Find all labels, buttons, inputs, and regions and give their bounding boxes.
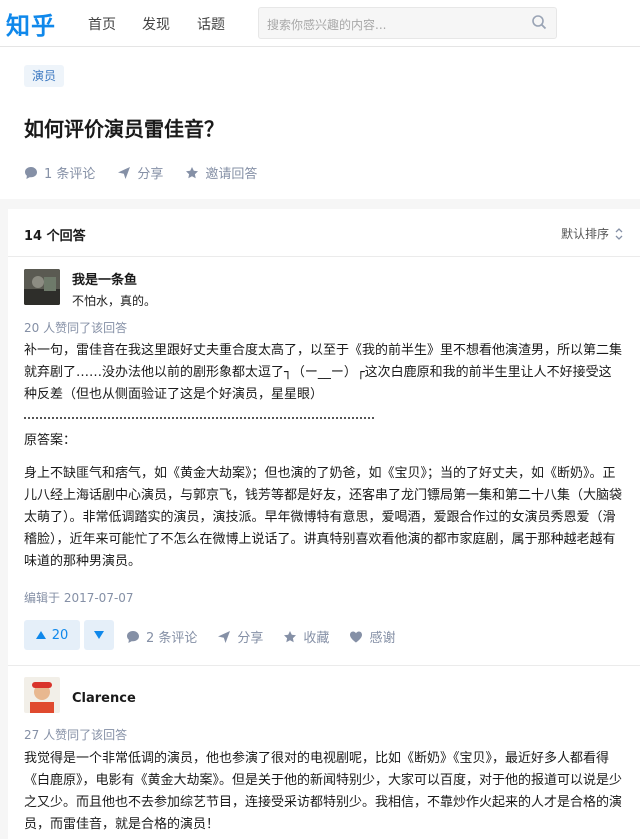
star-icon <box>186 166 199 178</box>
thanks-button[interactable]: 感谢 <box>349 627 395 646</box>
zhihu-logo[interactable]: 知乎 <box>6 6 56 41</box>
divider-dotted <box>24 417 374 419</box>
top-bar: 知乎 首页 发现 话题 搜索你感兴趣的内容... <box>0 0 640 47</box>
search-placeholder: 搜索你感兴趣的内容... <box>267 18 387 32</box>
answer-paragraph: 身上不缺匪气和痞气，如《黄金大劫案》；但也演的了奶爸，如《宝贝》；当的了好丈夫，… <box>24 466 623 569</box>
nav-topics[interactable]: 话题 <box>197 14 225 34</box>
answer-share-button[interactable]: 分享 <box>217 627 263 646</box>
answer-count: 14 个回答 <box>24 229 86 244</box>
sort-dropdown[interactable]: 默认排序 <box>561 225 624 242</box>
divider <box>8 665 640 666</box>
arrow-up-icon <box>35 631 46 639</box>
answer-comments-button[interactable]: 2 条评论 <box>126 627 197 646</box>
sort-label: 默认排序 <box>560 227 609 241</box>
arrow-down-icon <box>94 631 104 639</box>
heart-icon <box>350 631 363 642</box>
answer-share-label: 分享 <box>237 631 264 646</box>
collect-label: 收藏 <box>303 631 330 646</box>
share-icon <box>118 166 131 179</box>
author-bio: 不怕水，真的。 <box>72 294 157 308</box>
question-share-label: 分享 <box>137 167 164 182</box>
share-icon <box>218 630 231 643</box>
invite-answer-label: 邀请回答 <box>205 167 258 182</box>
topic-tag[interactable]: 演员 <box>24 65 65 87</box>
nav-discover[interactable]: 发现 <box>142 14 170 34</box>
author-name[interactable]: 我是一条鱼 <box>72 269 137 288</box>
answer-comments-label: 2 条评论 <box>146 631 198 646</box>
divider <box>8 256 640 257</box>
search-icon[interactable] <box>531 14 547 34</box>
question-header: 演员 如何评价演员雷佳音？ 1 条评论 分享 邀请回答 <box>0 47 640 199</box>
question-comments-label: 1 条评论 <box>44 167 96 182</box>
question-actions: 1 条评论 分享 邀请回答 <box>24 163 279 182</box>
thanks-label: 感谢 <box>369 631 396 646</box>
comment-icon <box>25 166 37 179</box>
avatar[interactable] <box>24 677 60 713</box>
original-answer-label: 原答案： <box>24 433 77 448</box>
downvote-button[interactable] <box>84 620 114 650</box>
avatar[interactable] <box>24 269 60 305</box>
comment-icon <box>127 630 139 643</box>
upvote-button[interactable]: 20 <box>24 620 80 650</box>
upvote-info: 27 人赞同了该回答 <box>24 728 128 742</box>
question-share-button[interactable]: 分享 <box>117 163 163 182</box>
question-comments-button[interactable]: 1 条评论 <box>24 163 95 182</box>
answer-paragraph: 补一句，雷佳音在我这里跟好丈夫重合度太高了，以至于《我的前半生》里不想看他演渣男… <box>24 343 623 402</box>
nav-home[interactable]: 首页 <box>88 14 116 34</box>
edited-date: 编辑于 2017-07-07 <box>24 591 134 605</box>
search-input[interactable]: 搜索你感兴趣的内容... <box>258 7 557 39</box>
star-icon <box>284 630 297 642</box>
answer-actions: 2 条评论 分享 收藏 感谢 <box>126 627 415 646</box>
vote-count: 20 <box>51 627 69 643</box>
author-name[interactable]: Clarence <box>72 691 136 706</box>
answer-paragraph: 我觉得是一个非常低调的演员，他也参演了很对的电视剧呢，比如《断奶》《宝贝》，最近… <box>24 751 623 832</box>
invite-answer-button[interactable]: 邀请回答 <box>185 163 257 182</box>
sort-toggle-icon <box>615 227 623 240</box>
question-title: 如何评价演员雷佳音？ <box>24 117 224 141</box>
answers-panel: 14 个回答 默认排序 我是一条鱼 不怕水，真的。 20 人赞同了该回答 补一句… <box>8 209 640 839</box>
upvote-info: 20 人赞同了该回答 <box>24 321 128 335</box>
collect-button[interactable]: 收藏 <box>283 627 329 646</box>
